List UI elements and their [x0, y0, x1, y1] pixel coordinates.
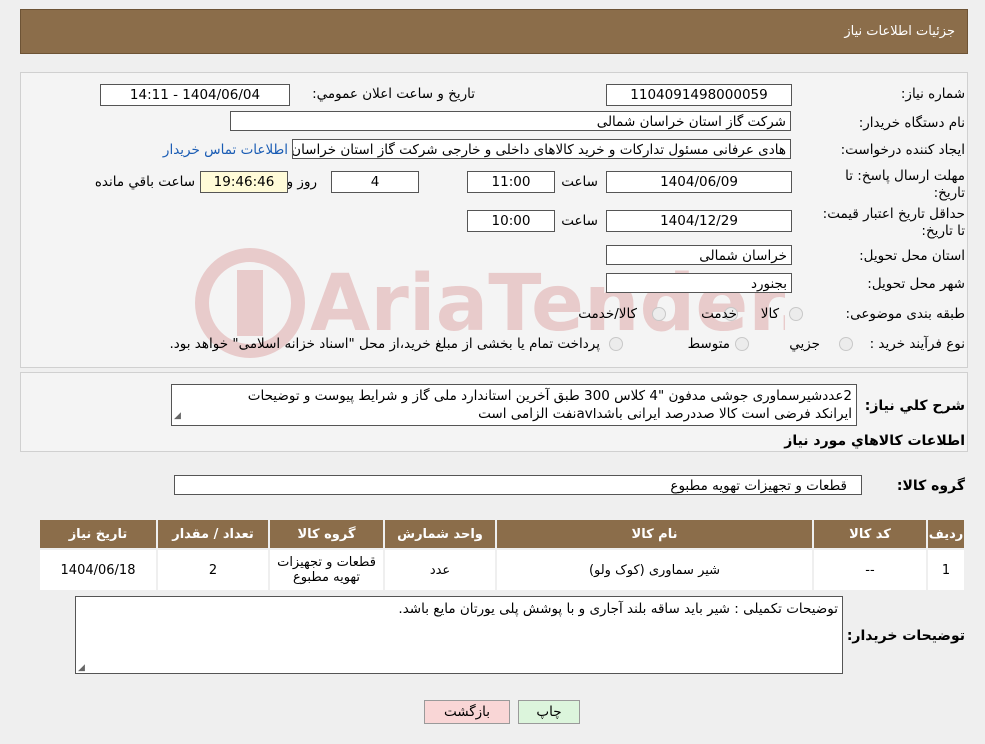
col-date: تاریخ نیاز: [38, 518, 158, 550]
buyer-notes-text: توضیحات تکمیلی : شیر باید ساقه بلند آجار…: [398, 601, 838, 617]
price-validity-time: 10:00: [467, 210, 555, 232]
process-option-minor: جزيي: [789, 336, 820, 352]
row-qty: 2: [156, 548, 270, 592]
summary-label: شرح کلي نياز:: [864, 398, 965, 414]
col-row: ردیف: [926, 518, 966, 550]
buyer-notes-textarea[interactable]: توضیحات تکمیلی : شیر باید ساقه بلند آجار…: [75, 596, 843, 674]
delivery-province-label: استان محل تحویل:: [859, 248, 965, 264]
row-unit: عدد: [383, 548, 497, 592]
reply-deadline-time: 11:00: [467, 171, 555, 193]
goods-section-title: اطلاعات کالاهاي مورد نياز: [784, 433, 965, 449]
request-creator-field: هادی عرفانی مسئول تدارکات و خرید کالاهای…: [292, 139, 791, 159]
purchase-process-label: نوع فرآیند خرید :: [869, 336, 965, 352]
col-name: نام کالا: [495, 518, 814, 550]
category-label: طبقه بندی موضوعی:: [845, 306, 965, 322]
process-radio-medium[interactable]: [735, 337, 749, 351]
process-option-medium: متوسط: [687, 336, 730, 352]
col-code: کد کالا: [812, 518, 928, 550]
price-validity-label: حداقل تاریخ اعتبار قیمت: تا تاریخ:: [822, 206, 965, 239]
buyer-org-label: نام دستگاه خریدار:: [858, 115, 965, 131]
back-button[interactable]: بازگشت: [424, 700, 510, 724]
announce-datetime-label: تاریخ و ساعت اعلان عمومي:: [312, 86, 475, 102]
page-header: جزئیات اطلاعات نیاز: [20, 9, 968, 54]
announce-datetime-field: 1404/06/04 - 14:11: [100, 84, 290, 106]
time-remaining-label: ساعت باقي مانده: [94, 174, 195, 190]
goods-table: ردیف کد کالا نام کالا واحد شمارش گروه کا…: [38, 518, 966, 592]
page-title: جزئیات اطلاعات نیاز: [844, 24, 955, 39]
row-code: --: [812, 548, 928, 592]
process-radio-minor[interactable]: [839, 337, 853, 351]
buyer-notes-label: توضیحات خریدار:: [846, 628, 965, 644]
goods-table-header: ردیف کد کالا نام کالا واحد شمارش گروه کا…: [38, 518, 966, 550]
validity-time-label: ساعت: [561, 213, 598, 229]
category-option-goods: کالا: [760, 306, 779, 322]
category-radio-goods-service[interactable]: [652, 307, 666, 321]
col-unit: واحد شمارش: [383, 518, 497, 550]
price-validity-date: 1404/12/29: [606, 210, 792, 232]
request-creator-label: ایجاد کننده درخواست:: [840, 142, 965, 158]
reply-time-label: ساعت: [561, 174, 598, 190]
summary-line-2: ایرانکد فرضی است کالا صددرصد ایرانی باشد…: [478, 406, 852, 422]
delivery-city-label: شهر محل تحویل:: [867, 276, 965, 292]
resize-handle-icon[interactable]: ◢: [174, 407, 181, 425]
row-name: شیر سماوری (کوک ولو): [495, 548, 814, 592]
row-date: 1404/06/18: [38, 548, 158, 592]
reply-deadline-date: 1404/06/09: [606, 171, 792, 193]
goods-group-field: قطعات و تجهیزات تهویه مطبوع: [174, 475, 862, 495]
days-label: روز و: [286, 174, 317, 190]
delivery-province-field: خراسان شمالی: [606, 245, 792, 265]
resize-handle-icon[interactable]: ◢: [78, 663, 85, 673]
table-row: 1 -- شیر سماوری (کوک ولو) عدد قطعات و تج…: [38, 548, 966, 592]
treasury-note: پرداخت تمام یا بخشی از مبلغ خرید،از محل …: [169, 336, 600, 352]
category-option-service: خدمت: [701, 306, 737, 322]
category-radio-goods[interactable]: [789, 307, 803, 321]
need-number-field: 1104091498000059: [606, 84, 792, 106]
days-remaining-field: 4: [331, 171, 419, 193]
summary-line-1: 2عددشیرسماوری جوشی مدفون "4 کلاس 300 طبق…: [247, 388, 852, 404]
category-option-goods-service: کالا/خدمت: [578, 306, 637, 322]
process-radio-treasury[interactable]: [609, 337, 623, 351]
print-button[interactable]: چاپ: [518, 700, 580, 724]
goods-group-label: گروه کالا:: [896, 478, 965, 494]
buyer-org-field: شرکت گاز استان خراسان شمالی: [230, 111, 791, 131]
row-index: 1: [926, 548, 966, 592]
time-remaining-field: 19:46:46: [200, 171, 288, 193]
row-group: قطعات و تجهیزات تهویه مطبوع: [268, 548, 385, 592]
col-group: گروه کالا: [268, 518, 385, 550]
col-qty: تعداد / مقدار: [156, 518, 270, 550]
summary-textarea[interactable]: 2عددشیرسماوری جوشی مدفون "4 کلاس 300 طبق…: [171, 384, 857, 426]
buyer-contact-link[interactable]: اطلاعات تماس خریدار: [163, 142, 288, 158]
need-number-label: شماره نیاز:: [900, 86, 965, 102]
reply-deadline-label: مهلت ارسال پاسخ: تا تاریخ:: [845, 168, 965, 201]
delivery-city-field: بجنورد: [606, 273, 792, 293]
